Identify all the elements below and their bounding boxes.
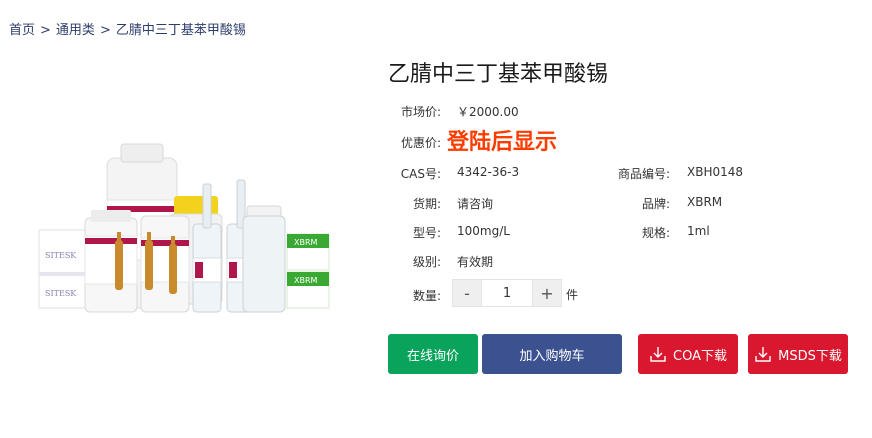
brand-label: 品牌:: [641, 197, 670, 211]
coa-download-label: COA下载: [673, 348, 727, 364]
breadcrumb-separator: >: [99, 23, 111, 38]
breadcrumb-category-link[interactable]: 通用类: [56, 23, 95, 38]
xbrm-label: XBRM: [294, 276, 318, 285]
model-value: 100mg/L: [457, 224, 510, 238]
coa-download-button[interactable]: COA下载: [638, 334, 738, 374]
add-to-cart-button-label: 加入购物车: [519, 348, 585, 364]
breadcrumb-home-link[interactable]: 首页: [9, 23, 35, 38]
download-icon: [755, 347, 771, 362]
xbrm-label: XBRM: [294, 238, 318, 247]
quantity-input[interactable]: [481, 280, 533, 306]
spec-value: 1ml: [687, 224, 710, 238]
quantity-decrease-button[interactable]: -: [453, 280, 481, 306]
sku-value: XBH0148: [687, 165, 744, 179]
inquiry-button-label: 在线询价: [406, 348, 459, 364]
product-image: SITESK SITESK XBRM XBRM: [38, 143, 330, 313]
msds-download-label: MSDS下载: [778, 348, 842, 364]
quantity-unit: 件: [566, 288, 579, 302]
promo-price-value: 登陆后显示: [447, 130, 558, 155]
model-label: 型号:: [412, 226, 441, 240]
spec-label: 规格:: [641, 226, 670, 240]
quantity-increase-button[interactable]: +: [533, 280, 561, 306]
sku-label: 商品编号:: [617, 167, 670, 181]
inquiry-button[interactable]: 在线询价: [388, 334, 478, 374]
breadcrumb-separator: >: [40, 23, 51, 38]
brand-value: XBRM: [687, 195, 723, 209]
market-price-value: ￥2000.00: [457, 105, 519, 119]
quantity-label: 数量:: [412, 289, 441, 303]
quantity-stepper: - +: [452, 279, 562, 307]
delivery-value: 请咨询: [457, 197, 494, 211]
sitesk-label: SITESK: [45, 251, 77, 260]
sitesk-label: SITESK: [45, 289, 77, 298]
breadcrumb: 首页 > 通用类 > 乙腈中三丁基苯甲酸锡: [9, 19, 246, 38]
cas-value: 4342-36-3: [457, 165, 520, 179]
grade-label: 级别:: [412, 255, 441, 269]
delivery-label: 货期:: [412, 197, 441, 211]
market-price-label: 市场价:: [400, 105, 441, 119]
cas-label: CAS号:: [400, 167, 441, 181]
download-icon: [650, 347, 666, 362]
add-to-cart-button[interactable]: 加入购物车: [482, 334, 622, 374]
promo-price-label: 优惠价:: [400, 136, 441, 150]
breadcrumb-current: 乙腈中三丁基苯甲酸锡: [115, 23, 246, 38]
product-title: 乙腈中三丁基苯甲酸锡: [388, 62, 609, 87]
msds-download-button[interactable]: MSDS下载: [748, 334, 848, 374]
grade-value: 有效期: [457, 255, 494, 269]
